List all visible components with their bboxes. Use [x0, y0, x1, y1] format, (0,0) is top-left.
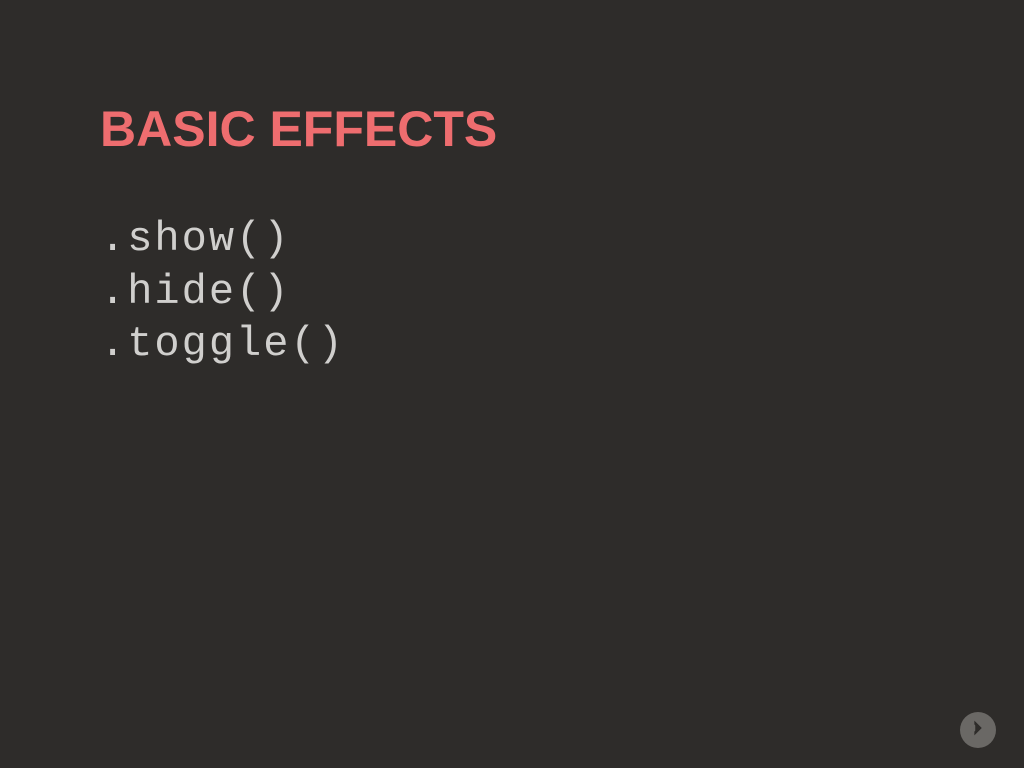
- code-line-toggle: .toggle(): [100, 318, 924, 371]
- code-block: .show() .hide() .toggle(): [100, 213, 924, 371]
- slide-content: BASIC EFFECTS .show() .hide() .toggle(): [0, 0, 1024, 768]
- arrow-right-icon: [967, 717, 989, 744]
- slide-title: BASIC EFFECTS: [100, 100, 924, 158]
- code-line-show: .show(): [100, 213, 924, 266]
- code-line-hide: .hide(): [100, 266, 924, 319]
- next-slide-button[interactable]: [960, 712, 996, 748]
